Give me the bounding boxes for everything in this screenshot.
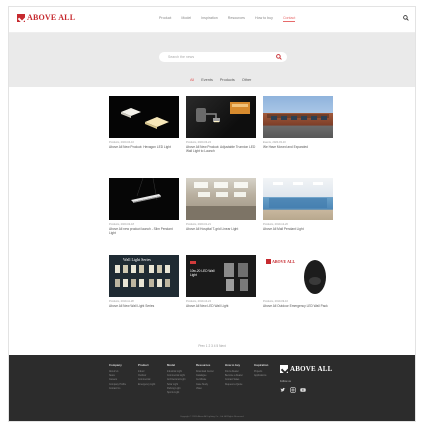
office-building-image	[267, 114, 329, 120]
tab-products[interactable]: Products	[220, 78, 235, 82]
news-title[interactable]: Above All New Wall Light Series	[109, 304, 179, 308]
search-submit-icon[interactable]	[276, 54, 282, 60]
footer-column-title: How to buy	[225, 363, 241, 367]
footer-link[interactable]: Sports Light	[167, 391, 193, 395]
footer-link[interactable]: Applications	[254, 374, 280, 378]
nav-item-contact[interactable]: Contact	[282, 16, 296, 22]
tab-other[interactable]: Other	[242, 78, 252, 82]
thumbnail-banner-text: Wall Light Series	[123, 257, 151, 262]
main-nav: Product Model Inspiration Resources How …	[159, 16, 296, 22]
news-meta: Products, 2020-03-24	[186, 141, 211, 144]
news-title[interactable]: Above All New LED Wall Light	[186, 304, 256, 308]
footer-logo[interactable]: ABOVE ALL	[280, 365, 332, 373]
news-title[interactable]: Above All Hospital T-grid Linear Light	[186, 227, 256, 231]
mall-interior-image	[269, 182, 327, 208]
news-card[interactable]: Wall Light Series Products, 2019-11-28 A…	[109, 255, 179, 308]
footer-column-title: Resources	[196, 363, 211, 367]
news-title[interactable]: Above All New Product: Hexagon LED Light	[109, 145, 179, 149]
footer-column-title: Model	[167, 363, 176, 367]
footer-column-inspiration: Inspiration Projects Applications	[254, 363, 280, 378]
news-card[interactable]: Products, 2019-12-20 Above All Mall Pend…	[263, 178, 333, 231]
news-meta: Products, 2019-11-28	[109, 300, 134, 303]
news-thumbnail[interactable]	[186, 178, 256, 220]
footer-logo-text: ABOVE ALL	[290, 365, 333, 373]
instagram-icon[interactable]	[290, 387, 296, 393]
nav-item-inspiration[interactable]: Inspiration	[201, 16, 218, 22]
footer-column-product: Product Indoor Outdoor Commercial Emerge…	[138, 363, 164, 387]
follow-label: Follow us	[280, 380, 291, 383]
youtube-icon[interactable]	[300, 387, 306, 393]
news-meta: Products, 2020-04-10	[109, 141, 134, 144]
search-icon[interactable]	[403, 15, 409, 21]
footer-column-title: Inspiration	[254, 363, 269, 367]
footer-link[interactable]: Request a Quote	[225, 383, 251, 387]
site-logo[interactable]: ABOVE ALL	[17, 13, 75, 22]
news-card[interactable]: 10w-20 LED Wall Light Products, 2019-10-…	[186, 255, 256, 308]
social-links	[280, 387, 306, 393]
logo-mark-icon	[17, 13, 25, 22]
news-meta: Products, 2019-12-20	[263, 223, 288, 226]
pagination[interactable]: Prev 1 2 3 4 5 Next	[9, 344, 415, 348]
news-thumbnail[interactable]: 10w-20 LED Wall Light	[186, 255, 256, 297]
footer-link[interactable]: Emergency Light	[138, 383, 164, 387]
news-thumbnail[interactable]	[186, 96, 256, 138]
nav-item-resources[interactable]: Resources	[228, 16, 245, 22]
news-title[interactable]: Above All Outdoor Emergency LED Wall Pac…	[263, 304, 333, 308]
copyright-text: Copyright © 2020 Above All Lighting Co.,…	[179, 416, 245, 418]
twitter-icon[interactable]	[280, 387, 286, 393]
news-thumbnail[interactable]	[263, 96, 333, 138]
news-card[interactable]: Products, 2020-04-10 Above All New Produ…	[109, 96, 179, 149]
nav-item-how-to-buy[interactable]: How to buy	[255, 16, 273, 22]
news-card[interactable]: Events, 2020-03-10 We Have Moved and Exp…	[263, 96, 333, 149]
footer-column-resources: Resources Download Center Catalogue Cert…	[196, 363, 222, 391]
category-filter-tabs: All Events Products Other	[190, 78, 251, 82]
thumbnail-banner-text: 10w-20 LED Wall Light	[190, 269, 215, 277]
thumbnail-banner-text: ABOVE ALL	[272, 259, 296, 264]
news-thumbnail[interactable]	[109, 178, 179, 220]
news-meta: Products, 2019-10-24	[186, 300, 211, 303]
footer-link[interactable]: Contact Us	[109, 387, 135, 391]
site-footer: Company About Us News Careers Company Pr…	[9, 355, 415, 421]
news-thumbnail[interactable]: ABOVE ALL	[263, 255, 333, 297]
search-placeholder: Search the news	[168, 55, 195, 59]
news-title[interactable]: Above All new product launch - Slim Pend…	[109, 227, 179, 235]
news-card[interactable]: Products, 2020-03-24 Above All New Produ…	[186, 96, 256, 153]
news-title[interactable]: We Have Moved and Expanded	[263, 145, 333, 149]
slim-pendant-light-image	[131, 178, 161, 203]
site-header: ABOVE ALL Product Model Inspiration Reso…	[9, 7, 415, 33]
news-search-input[interactable]: Search the news	[159, 52, 287, 62]
trunnion-wall-light-image	[196, 102, 250, 123]
logo-mark-icon	[280, 365, 288, 373]
footer-column-title: Company	[109, 363, 122, 367]
footer-link[interactable]: Video	[196, 387, 222, 391]
news-thumbnail[interactable]	[109, 96, 179, 138]
news-card[interactable]: Products, 2020-01-21 Above All Hospital …	[186, 178, 256, 231]
news-card[interactable]: ABOVE ALL Products, 2019-09-10 Above All…	[263, 255, 333, 308]
news-title[interactable]: Above All New Product: Adjustable Trunni…	[186, 145, 256, 153]
footer-column-model: Model Industrial Light Commercial Light …	[167, 363, 193, 395]
tab-events[interactable]: Events	[201, 78, 213, 82]
news-thumbnail[interactable]	[263, 178, 333, 220]
footer-column-how-to-buy: How to buy Find a Dealer Become a Dealer…	[225, 363, 251, 387]
news-thumbnail[interactable]: Wall Light Series	[109, 255, 179, 297]
news-meta: Products, 2020-01-21	[186, 223, 211, 226]
hospital-ceiling-image	[186, 182, 256, 220]
logo-text: ABOVE ALL	[27, 13, 76, 22]
hexagon-light-image	[121, 108, 169, 129]
footer-column-title: Product	[138, 363, 149, 367]
news-meta: Products, 2019-09-10	[263, 300, 288, 303]
news-meta: Products, 2020-02-18	[109, 223, 134, 226]
footer-column-company: Company About Us News Careers Company Pr…	[109, 363, 135, 391]
browser-page: ABOVE ALL Product Model Inspiration Reso…	[8, 6, 416, 422]
news-card[interactable]: Products, 2020-02-18 Above All new produ…	[109, 178, 179, 235]
nav-item-product[interactable]: Product	[159, 16, 171, 22]
news-meta: Events, 2020-03-10	[263, 141, 286, 144]
nav-item-model[interactable]: Model	[181, 16, 191, 22]
tab-all[interactable]: All	[190, 78, 194, 82]
news-title[interactable]: Above All Mall Pendant Light	[263, 227, 333, 231]
